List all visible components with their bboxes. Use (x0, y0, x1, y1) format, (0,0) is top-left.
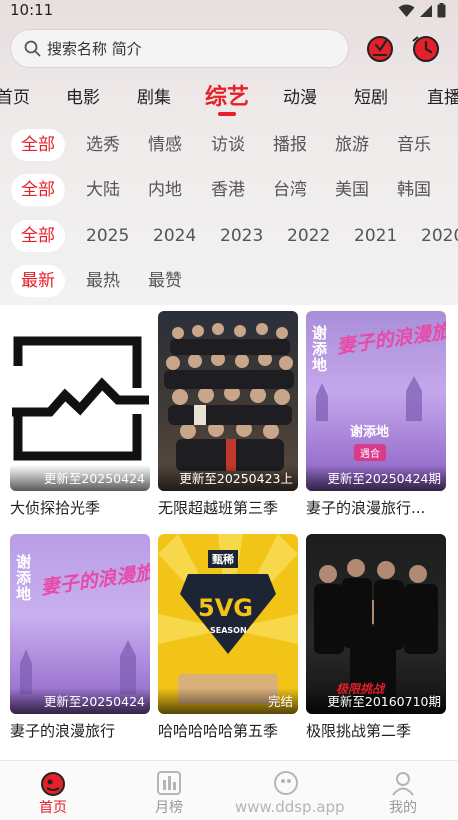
filter-year-2021[interactable]: 2021 (354, 220, 397, 252)
tab-live[interactable]: 直播 (427, 83, 458, 108)
show-title: 极限挑战第二季 (306, 722, 412, 740)
poster-show-logo: 妻子的浪漫旅行 (335, 317, 446, 359)
sort-hottest[interactable]: 最热 (86, 265, 120, 297)
filter-region-usa[interactable]: 美国 (335, 174, 369, 206)
home-icon (41, 772, 65, 796)
filter-region-hongkong[interactable]: 香港 (211, 174, 245, 206)
show-card[interactable]: 更新至20250424 大侦探拾光季 (10, 311, 150, 518)
download-icon[interactable] (364, 32, 396, 64)
bottom-nav-label: 首页 (39, 800, 67, 816)
battery-icon (437, 3, 446, 18)
bottom-nav: 首页 月榜 我的 www.ddsp.app (0, 760, 458, 820)
content-grid: 更新至20250424 大侦探拾光季 更新至20250423上 无限超越班第三季… (0, 305, 458, 760)
profile-icon (392, 772, 414, 796)
active-tab-indicator (218, 112, 236, 116)
bottom-nav-label: 我的 (389, 800, 417, 816)
search-icon (24, 40, 41, 57)
show-card[interactable]: 更新至20250423上 无限超越班第三季 (158, 311, 298, 518)
show-card[interactable]: 极限挑战 更新至20160710期 极限挑战第二季 (306, 534, 446, 741)
bottom-nav-label: 月榜 (155, 800, 183, 816)
show-card[interactable]: 甄稀 5VG SEASON 完结 哈哈哈哈哈第五季 (158, 534, 298, 741)
status-bar: 10:11 (0, 0, 458, 22)
wifi-icon (398, 4, 415, 17)
search-input[interactable]: 搜索名称 简介 (10, 29, 349, 68)
sort-latest[interactable]: 最新 (11, 265, 65, 297)
castle-illustration (20, 640, 136, 694)
signal-icon (420, 4, 432, 17)
filter-row-region: 全部 大陆 内地 香港 台湾 美国 韩国 (0, 174, 458, 208)
poster-show-logo: 5VG (198, 594, 253, 622)
filter-row-sort: 最新 最热 最赞 (0, 265, 458, 299)
tab-short-drama[interactable]: 短剧 (354, 83, 388, 108)
poster-guest-name: 谢添地 (16, 553, 32, 603)
filter-year-2023[interactable]: 2023 (220, 220, 263, 252)
poster-tag: 遇合 (354, 444, 386, 461)
filter-genre-music[interactable]: 音乐 (397, 129, 431, 161)
status-time: 10:11 (10, 1, 54, 19)
filter-genre-emotion[interactable]: 情感 (148, 129, 182, 161)
update-badge: 更新至20250424期 (306, 465, 446, 491)
search-placeholder: 搜索名称 简介 (47, 40, 142, 58)
bottom-nav-home[interactable]: 首页 (13, 761, 93, 820)
filter-genre-talent[interactable]: 选秀 (86, 129, 120, 161)
update-badge: 完结 (158, 688, 298, 714)
filter-year-2024[interactable]: 2024 (153, 220, 196, 252)
show-title: 无限超越班第三季 (158, 499, 279, 517)
discover-icon (274, 771, 298, 795)
show-title: 妻子的浪漫旅行... (306, 499, 426, 517)
update-badge: 更新至20160710期 (306, 688, 446, 714)
filter-region-mainland[interactable]: 大陆 (86, 174, 120, 206)
chart-icon (157, 771, 181, 795)
category-tabs: 首页 电影 剧集 综艺 动漫 短剧 直播 (0, 79, 458, 116)
poster-show-logo: 妻子的浪漫旅行 (39, 558, 150, 600)
update-badge: 更新至20250423上 (158, 465, 298, 491)
poster-image: 更新至20250424 (10, 311, 150, 491)
tab-movie[interactable]: 电影 (66, 83, 100, 108)
filter-year-2020[interactable]: 2020 (421, 220, 458, 252)
castle-illustration (316, 376, 422, 421)
filter-genre-all[interactable]: 全部 (11, 129, 65, 161)
poster-sponsor: 甄稀 (208, 550, 238, 568)
tab-anime[interactable]: 动漫 (283, 83, 317, 108)
update-badge: 更新至20250424 (10, 688, 150, 714)
filter-region-all[interactable]: 全部 (11, 174, 65, 206)
filter-year-2025[interactable]: 2025 (86, 220, 129, 252)
poster-guest-name: 谢添地 (312, 324, 328, 374)
poster-season-label: SEASON (210, 626, 247, 635)
status-icons (398, 3, 446, 18)
sort-most-liked[interactable]: 最赞 (148, 265, 182, 297)
poster-guest-caption: 谢添地 (350, 425, 390, 440)
show-card[interactable]: 谢添地 妻子的浪漫旅行 谢添地 遇合 更新至20250424期 妻子的浪漫旅行.… (306, 311, 446, 518)
show-title: 哈哈哈哈哈第五季 (158, 722, 279, 740)
poster-image: 甄稀 5VG SEASON 完结 (158, 534, 298, 714)
tab-series[interactable]: 剧集 (137, 83, 171, 108)
bottom-nav-profile[interactable]: 我的 (363, 761, 443, 820)
poster-image: 谢添地 妻子的浪漫旅行 谢添地 遇合 更新至20250424期 (306, 311, 446, 491)
poster-image: 极限挑战 更新至20160710期 (306, 534, 446, 714)
filter-region-taiwan[interactable]: 台湾 (273, 174, 307, 206)
filter-region-inland[interactable]: 内地 (148, 174, 182, 206)
filter-region-korea[interactable]: 韩国 (397, 174, 431, 206)
placeholder-image-icon (12, 336, 149, 461)
filter-row-genre: 全部 选秀 情感 访谈 播报 旅游 音乐 (0, 129, 458, 163)
watermark-text: www.ddsp.app (235, 798, 345, 816)
filter-year-2022[interactable]: 2022 (287, 220, 330, 252)
filter-genre-news[interactable]: 播报 (273, 129, 307, 161)
filter-genre-interview[interactable]: 访谈 (211, 129, 245, 161)
show-title: 妻子的浪漫旅行 (10, 722, 116, 740)
show-title: 大侦探拾光季 (10, 499, 101, 517)
group-photo-illustration (164, 323, 294, 471)
update-badge: 更新至20250424 (10, 465, 150, 491)
show-card[interactable]: 谢添地 妻子的浪漫旅行 更新至20250424 妻子的浪漫旅行 (10, 534, 150, 741)
filter-genre-travel[interactable]: 旅游 (335, 129, 369, 161)
bottom-nav-ranking[interactable]: 月榜 (129, 761, 209, 820)
filter-row-year: 全部 2025 2024 2023 2022 2021 2020 (0, 220, 458, 254)
tab-home[interactable]: 首页 (0, 83, 30, 108)
poster-image: 谢添地 妻子的浪漫旅行 更新至20250424 (10, 534, 150, 714)
tab-variety[interactable]: 综艺 (205, 79, 249, 111)
history-icon[interactable] (410, 32, 442, 64)
poster-image: 更新至20250423上 (158, 311, 298, 491)
filter-year-all[interactable]: 全部 (11, 220, 65, 252)
